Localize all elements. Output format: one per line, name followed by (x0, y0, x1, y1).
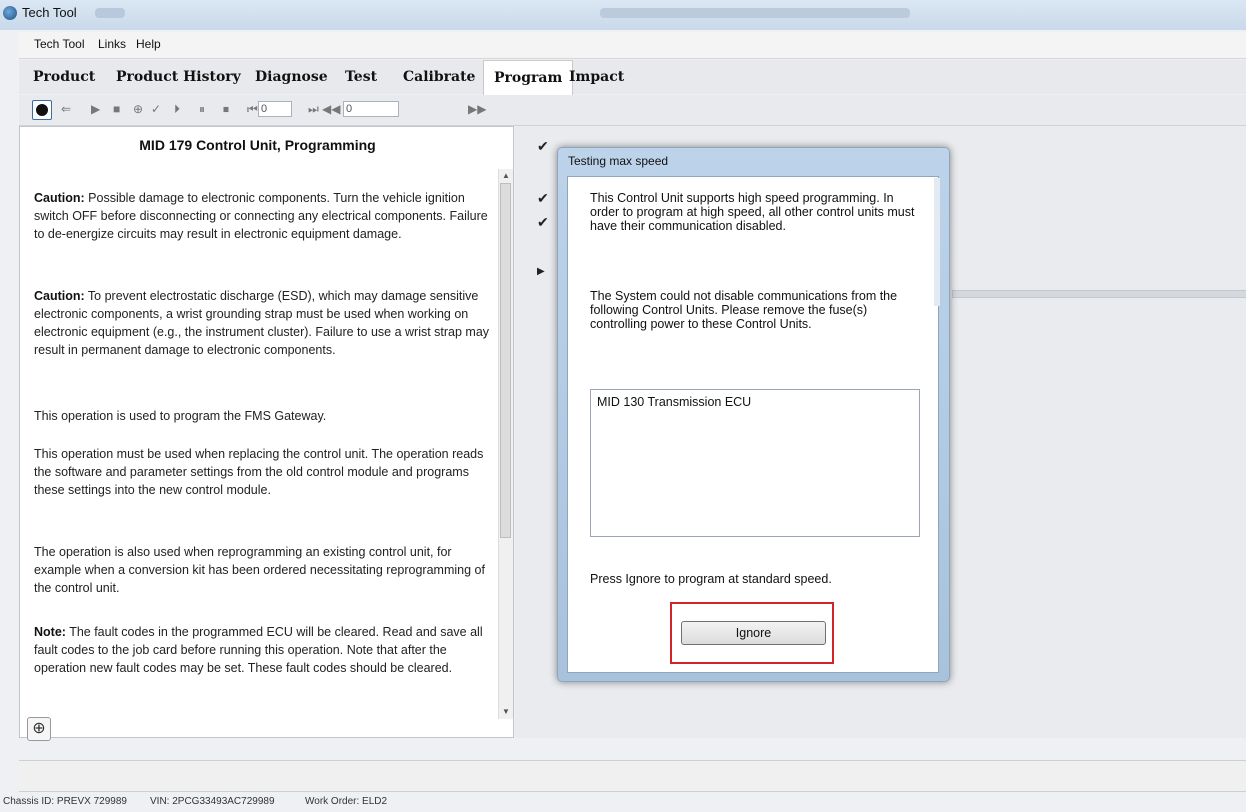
caution-paragraph-1: Caution: Possible damage to electronic c… (34, 189, 494, 243)
control-units-list[interactable]: MID 130 Transmission ECU (590, 389, 920, 537)
fast-forward-icon[interactable]: ▶▶ (468, 101, 486, 117)
tab-product[interactable]: Product (23, 60, 105, 94)
dialog-scrollbar[interactable] (934, 178, 940, 306)
tab-test[interactable]: Test (335, 60, 387, 94)
note-paragraph: Note: The fault codes in the programmed … (34, 623, 494, 677)
tab-calibrate[interactable]: Calibrate (393, 60, 485, 94)
bottom-panel (19, 760, 1246, 792)
zoom-in-icon[interactable]: ⊕ (27, 717, 51, 741)
ignore-button[interactable]: Ignore (681, 621, 826, 645)
menu-bar: Tech Tool Links Help (19, 32, 1246, 59)
status-bar: Chassis ID: PREVX 729989 VIN: 2PCG33493A… (0, 793, 1246, 812)
menu-tech-tool[interactable]: Tech Tool (34, 37, 84, 51)
info-icon[interactable] (32, 100, 52, 120)
step-check-icon: ✔ (537, 190, 549, 206)
title-bar-blur (95, 8, 125, 18)
replace-paragraph: This operation must be used when replaci… (34, 447, 484, 497)
step-input-2[interactable] (343, 101, 399, 117)
progress-bar (952, 290, 1246, 298)
current-step-arrow-icon: ▶ (537, 266, 545, 277)
first-icon[interactable]: ⏮ (247, 101, 258, 117)
chassis-id: Chassis ID: PREVX 729989 (3, 796, 127, 807)
dialog-text-could-not-disable: The System could not disable communicati… (590, 289, 898, 331)
title-bar: Tech Tool (0, 0, 1246, 30)
vin: VIN: 2PCG33493AC729989 (150, 796, 275, 807)
list-item[interactable]: MID 130 Transmission ECU (597, 395, 751, 409)
instructions-panel: MID 179 Control Unit, Programming Cautio… (19, 126, 514, 741)
check-icon[interactable]: ✓ (151, 101, 161, 117)
scroll-down-icon[interactable]: ▼ (502, 707, 510, 716)
next-icon[interactable]: ⏭ (308, 101, 319, 117)
title-bar-blur-right (600, 8, 910, 18)
caution-label: Caution: (34, 191, 85, 205)
reprogram-paragraph: The operation is also used when reprogra… (34, 545, 485, 595)
step-stop-icon[interactable]: ⏹ (223, 101, 229, 117)
step-check-icon: ✔ (537, 138, 549, 154)
toolbar: ⇐ ▶ ■ ⊕ ✓ ⏵ ⏸ ⏹ ⏮ ⏭ ◀◀ ▶▶ (19, 95, 1246, 126)
dialog-text-high-speed: This Control Unit supports high speed pr… (590, 191, 915, 233)
menu-help[interactable]: Help (136, 37, 161, 51)
note-label: Note: (34, 625, 66, 639)
work-order: Work Order: ELD2 (305, 796, 388, 807)
step-input-1[interactable] (258, 101, 292, 117)
dialog-body: This Control Unit supports high speed pr… (567, 176, 939, 673)
dialog-text-ignore-hint: Press Ignore to program at standard spee… (590, 572, 832, 586)
caution-paragraph-2: Caution: To prevent electrostatic discha… (34, 287, 494, 359)
play-icon[interactable]: ▶ (91, 101, 100, 117)
menu-links[interactable]: Links (98, 37, 126, 51)
stop-icon[interactable]: ■ (113, 101, 120, 117)
caution-label: Caution: (34, 289, 85, 303)
tab-product-history[interactable]: Product History (106, 60, 251, 94)
rewind-icon[interactable]: ◀◀ (322, 101, 340, 117)
tab-diagnose[interactable]: Diagnose (245, 60, 338, 94)
scroll-up-icon[interactable]: ▲ (502, 171, 510, 180)
instructions-scrollbar[interactable]: ▲ ▼ (498, 169, 513, 719)
window-title: Tech Tool (22, 5, 77, 20)
dialog-title: Testing max speed (568, 154, 669, 168)
scroll-thumb[interactable] (500, 183, 511, 538)
step-pause-icon[interactable]: ⏸ (199, 101, 205, 117)
page-title: MID 179 Control Unit, Programming (139, 137, 376, 153)
step-play-icon[interactable]: ⏵ (174, 101, 180, 117)
step-check-icon: ✔ (537, 214, 549, 230)
caution-text-1: Possible damage to electronic components… (34, 191, 488, 241)
caution-text-2: To prevent electrostatic discharge (ESD)… (34, 289, 490, 357)
program-paragraph: This operation is used to program the FM… (34, 409, 327, 423)
main-tabs: Product Product History Diagnose Test Ca… (19, 60, 1246, 95)
tab-impact[interactable]: Impact (559, 60, 634, 94)
app-icon (3, 6, 17, 20)
back-arrow-icon[interactable]: ⇐ (61, 101, 71, 117)
note-text: The fault codes in the programmed ECU wi… (34, 625, 483, 675)
view-icon[interactable]: ⊕ (133, 101, 143, 117)
